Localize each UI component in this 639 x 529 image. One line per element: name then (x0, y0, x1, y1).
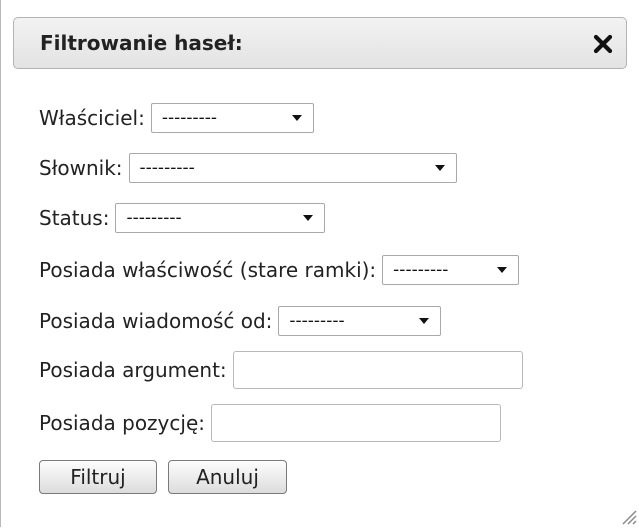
status-row: Status: --------- (39, 203, 326, 233)
dictionary-row: Słownik: --------- (39, 153, 457, 183)
property-label: Posiada właściwość (stare ramki): (39, 258, 377, 282)
owner-row: Właściciel: --------- (39, 103, 314, 133)
dictionary-select[interactable]: --------- (128, 153, 457, 183)
owner-select[interactable]: --------- (150, 103, 314, 133)
position-input[interactable] (211, 404, 501, 442)
message-from-select-value: --------- (289, 311, 345, 331)
chevron-down-icon (497, 267, 508, 273)
status-label: Status: (39, 206, 110, 230)
owner-label: Właściciel: (39, 106, 145, 130)
chevron-down-icon (303, 215, 314, 221)
message-from-row: Posiada wiadomość od: --------- (39, 306, 442, 336)
owner-select-value: --------- (161, 108, 218, 128)
chevron-down-icon (291, 115, 302, 121)
property-select-value: --------- (393, 260, 449, 280)
chevron-down-icon (434, 165, 445, 171)
chevron-down-icon (419, 318, 430, 324)
property-row: Posiada właściwość (stare ramki): ------… (39, 255, 520, 285)
argument-input[interactable] (232, 351, 523, 389)
dialog-title: Filtrowanie haseł: (40, 31, 243, 55)
filter-dialog: Filtrowanie haseł: Właściciel: ---------… (0, 0, 639, 527)
cancel-button[interactable]: Anuluj (168, 460, 287, 494)
status-select-value: --------- (126, 208, 182, 228)
status-select[interactable]: --------- (115, 203, 326, 233)
position-label: Posiada pozycję: (39, 411, 205, 435)
property-select[interactable]: --------- (382, 255, 520, 285)
resize-grip-icon[interactable] (617, 505, 637, 525)
argument-row: Posiada argument: (39, 351, 523, 389)
position-row: Posiada pozycję: (39, 404, 501, 442)
dictionary-label: Słownik: (39, 156, 123, 180)
argument-label: Posiada argument: (39, 358, 227, 382)
message-from-select[interactable]: --------- (278, 306, 442, 336)
close-icon[interactable] (592, 33, 614, 55)
message-from-label: Posiada wiadomość od: (39, 309, 273, 333)
dialog-titlebar[interactable]: Filtrowanie haseł: (13, 17, 627, 69)
dictionary-select-value: --------- (139, 158, 195, 178)
filter-button[interactable]: Filtruj (39, 460, 157, 494)
